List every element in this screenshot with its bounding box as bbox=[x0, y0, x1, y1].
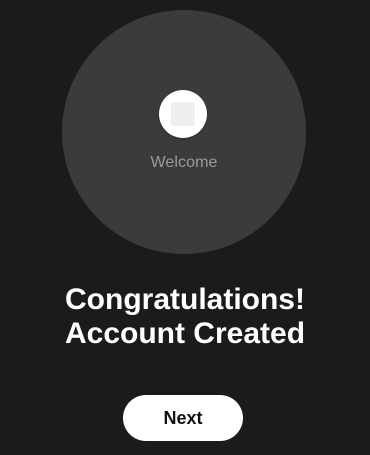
welcome-label: Welcome bbox=[150, 154, 218, 171]
success-message-line2: Account Created bbox=[64, 317, 306, 350]
account-created-screen: Welcome Congratulations! Account Created… bbox=[0, 0, 370, 455]
success-message: Congratulations! Account Created bbox=[0, 283, 370, 351]
success-message-line1: Congratulations! bbox=[65, 283, 305, 316]
welcome-hero-circle: Welcome bbox=[62, 10, 306, 254]
app-logo-icon bbox=[159, 90, 207, 138]
next-button[interactable]: Next bbox=[123, 395, 243, 441]
